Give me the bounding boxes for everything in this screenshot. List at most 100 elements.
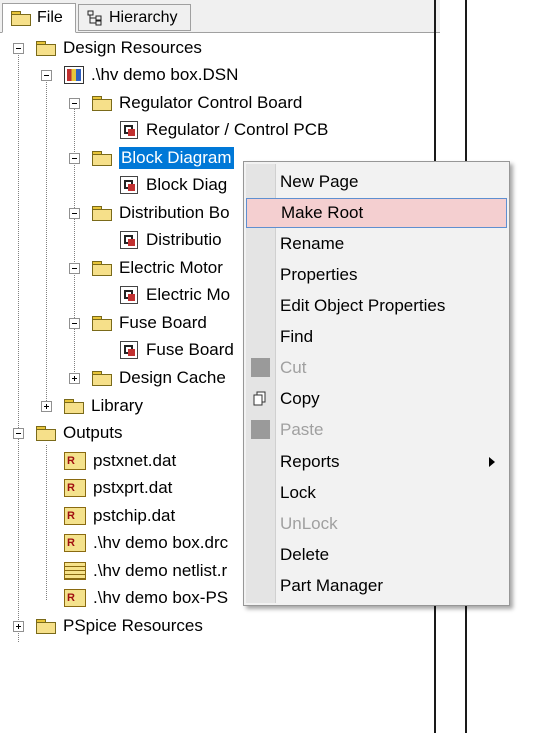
menu-item-make-root[interactable]: Make Root: [246, 198, 507, 228]
tree-item-outputs[interactable]: Outputs: [13, 420, 123, 446]
menu-item-lock[interactable]: Lock: [246, 478, 507, 508]
tree-item-regulator-pcb[interactable]: Regulator / Control PCB: [120, 117, 328, 143]
folder-icon: [92, 150, 112, 166]
schematic-page-icon: [120, 176, 138, 194]
text-file-icon: [64, 562, 86, 580]
tree-item-fuse-board[interactable]: Fuse Board: [69, 310, 207, 336]
collapse-toggle[interactable]: [69, 318, 80, 329]
tree-label: pstchip.dat: [93, 506, 176, 525]
tree-label: .\hv demo box-PS: [93, 588, 229, 607]
tree-item-fuse-board-page[interactable]: Fuse Board: [120, 337, 234, 363]
report-file-icon: R: [64, 589, 86, 607]
folder-icon: [92, 260, 112, 276]
menu-item-unlock[interactable]: UnLock: [246, 509, 507, 539]
tree-label-selected: Block Diagram: [119, 147, 234, 169]
folder-icon: [64, 398, 84, 414]
tree-label: Electric Motor: [119, 258, 223, 277]
menu-item-paste[interactable]: Paste: [246, 415, 507, 445]
folder-icon: [92, 205, 112, 221]
submenu-arrow-icon: [489, 457, 495, 467]
tree-item-block-diagram[interactable]: Block Diagram: [69, 145, 234, 171]
report-file-icon: R: [64, 452, 86, 470]
report-file-icon: R: [64, 534, 86, 552]
menu-item-label: Cut: [280, 358, 307, 377]
paste-icon: [251, 420, 270, 439]
menu-item-label: Edit Object Properties: [280, 296, 446, 315]
tree-item-output-file[interactable]: R pstxprt.dat: [64, 475, 172, 501]
tree-label: .\hv demo box.drc: [93, 533, 229, 552]
expand-toggle[interactable]: [41, 401, 52, 412]
tree-label: Regulator Control Board: [119, 93, 303, 112]
schematic-page-icon: [120, 341, 138, 359]
tree-item-output-file[interactable]: R .\hv demo box-PS: [64, 585, 228, 611]
tree-label: Block Diag: [146, 175, 228, 194]
menu-item-label: New Page: [280, 172, 359, 191]
tab-file-label: File: [37, 9, 63, 26]
tree-label: pstxprt.dat: [93, 478, 173, 497]
tree-label: Fuse Board: [146, 340, 234, 359]
tree-label: Distributio: [146, 230, 222, 249]
report-file-icon: R: [64, 479, 86, 497]
tree-item-distribution-board[interactable]: Distribution Bo: [69, 200, 230, 226]
tree-label: Electric Mo: [146, 285, 231, 304]
tree-item-electric-motor[interactable]: Electric Motor: [69, 255, 223, 281]
tree-item-design-resources[interactable]: Design Resources: [13, 35, 202, 61]
schematic-page-icon: [120, 286, 138, 304]
tree-item-library[interactable]: Library: [41, 393, 143, 419]
tab-hierarchy[interactable]: Hierarchy: [78, 4, 191, 31]
menu-item-label: UnLock: [280, 514, 338, 533]
folder-icon: [11, 10, 31, 26]
report-file-icon: R: [64, 507, 86, 525]
collapse-toggle[interactable]: [13, 428, 24, 439]
expand-toggle[interactable]: [13, 621, 24, 632]
collapse-toggle[interactable]: [69, 263, 80, 274]
collapse-toggle[interactable]: [13, 43, 24, 54]
menu-item-find[interactable]: Find: [246, 322, 507, 352]
tree-label: Fuse Board: [119, 313, 207, 332]
tree-item-design-cache[interactable]: Design Cache: [69, 365, 226, 391]
tree-label: PSpice Resources: [63, 616, 203, 635]
tree-item-block-diagram-page[interactable]: Block Diag: [120, 172, 227, 198]
schematic-page-icon: [120, 121, 138, 139]
tree-item-dsn[interactable]: .\hv demo box.DSN: [41, 62, 238, 88]
menu-item-part-manager[interactable]: Part Manager: [246, 571, 507, 601]
tree-label: Library: [91, 396, 143, 415]
context-menu: New Page Make Root Rename Properties Edi…: [243, 161, 510, 606]
folder-icon: [92, 315, 112, 331]
tree-label: Design Resources: [63, 38, 202, 57]
tree-item-regulator-board[interactable]: Regulator Control Board: [69, 90, 303, 116]
menu-item-new-page[interactable]: New Page: [246, 167, 507, 197]
tree-item-output-file[interactable]: R pstchip.dat: [64, 503, 175, 529]
tree-item-output-file[interactable]: R .\hv demo box.drc: [64, 530, 228, 556]
tree-item-distribution-page[interactable]: Distributio: [120, 227, 222, 253]
collapse-toggle[interactable]: [41, 70, 52, 81]
menu-item-cut[interactable]: Cut: [246, 353, 507, 383]
menu-item-label: Copy: [280, 389, 320, 408]
tree-item-pspice-resources[interactable]: PSpice Resources: [13, 613, 203, 639]
collapse-toggle[interactable]: [69, 98, 80, 109]
menu-item-properties[interactable]: Properties: [246, 260, 507, 290]
folder-icon: [36, 618, 56, 634]
menu-item-reports[interactable]: Reports: [246, 447, 507, 477]
expand-toggle[interactable]: [69, 373, 80, 384]
tab-file[interactable]: File: [2, 3, 76, 33]
tree-label: Regulator / Control PCB: [146, 120, 329, 139]
menu-item-rename[interactable]: Rename: [246, 229, 507, 259]
folder-icon: [36, 425, 56, 441]
tree-item-output-file[interactable]: R pstxnet.dat: [64, 448, 176, 474]
folder-icon: [36, 40, 56, 56]
tree-item-output-file[interactable]: .\hv demo netlist.r: [64, 558, 227, 584]
project-tab-bar: File Hierarchy: [0, 0, 440, 33]
tree-item-electric-motor-page[interactable]: Electric Mo: [120, 282, 230, 308]
menu-item-label: Lock: [280, 483, 316, 502]
tree-connector: [18, 49, 19, 642]
collapse-toggle[interactable]: [69, 208, 80, 219]
menu-item-copy[interactable]: Copy: [246, 384, 507, 414]
collapse-toggle[interactable]: [69, 153, 80, 164]
design-file-icon: [64, 66, 84, 84]
menu-item-label: Find: [280, 327, 314, 346]
menu-item-delete[interactable]: Delete: [246, 540, 507, 570]
schematic-page-icon: [120, 231, 138, 249]
menu-item-edit-object-properties[interactable]: Edit Object Properties: [246, 291, 507, 321]
cut-icon: [251, 358, 270, 377]
